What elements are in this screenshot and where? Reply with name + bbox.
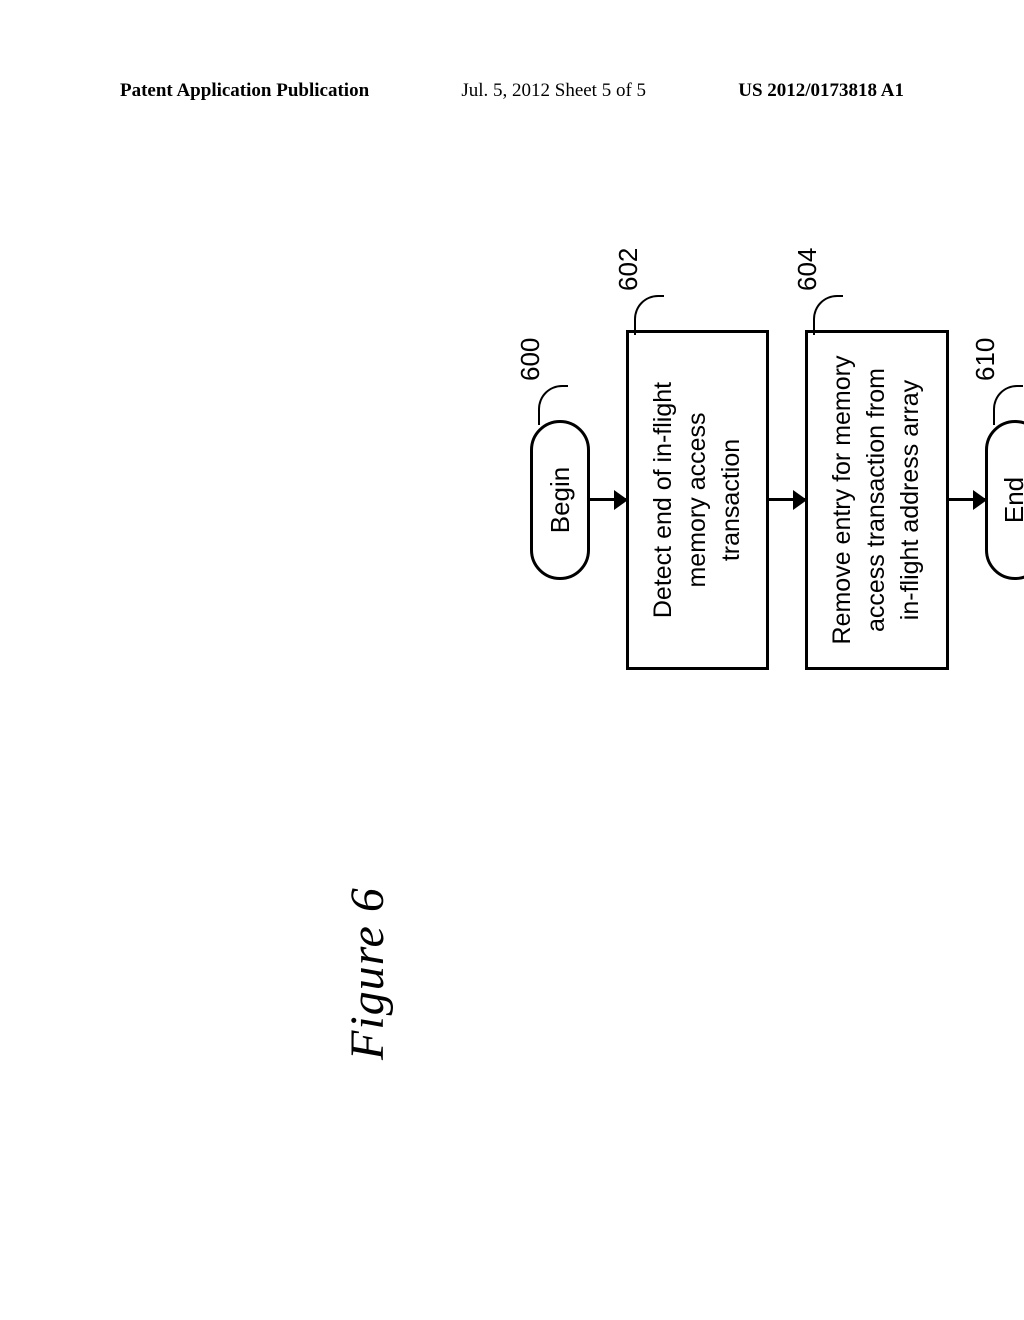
flowchart-arrow <box>590 499 626 502</box>
step2-label: Remove entry for memory access transacti… <box>826 353 927 647</box>
ref-curve <box>634 295 664 335</box>
flowchart: Begin 600 Detect end of in-flight memory… <box>530 180 1024 820</box>
flowchart-arrow <box>949 499 985 502</box>
ref-curve <box>813 295 843 335</box>
flowchart-end-terminal: End 610 <box>985 420 1024 580</box>
end-ref-number: 610 <box>970 338 1001 381</box>
flowchart-begin-terminal: Begin 600 <box>530 420 590 580</box>
step2-ref-number: 604 <box>790 248 825 291</box>
end-label: End <box>999 477 1024 523</box>
header-date-sheet: Jul. 5, 2012 Sheet 5 of 5 <box>461 80 646 102</box>
flowchart-arrow <box>769 499 805 502</box>
ref-curve <box>993 385 1023 425</box>
begin-label: Begin <box>545 467 576 534</box>
flowchart-step-detect: Detect end of in-flight memory access tr… <box>626 330 769 670</box>
step1-label: Detect end of in-flight memory access tr… <box>647 357 748 643</box>
flowchart-step-remove: Remove entry for memory access transacti… <box>805 330 948 670</box>
ref-curve <box>538 385 568 425</box>
figure-label: Figure 6 <box>340 887 395 1060</box>
header-pub-number: US 2012/0173818 A1 <box>738 80 904 102</box>
begin-ref-number: 600 <box>515 338 546 381</box>
header-publication: Patent Application Publication <box>120 80 369 102</box>
page-header: Patent Application Publication Jul. 5, 2… <box>0 80 1024 102</box>
step1-ref-number: 602 <box>611 248 646 291</box>
